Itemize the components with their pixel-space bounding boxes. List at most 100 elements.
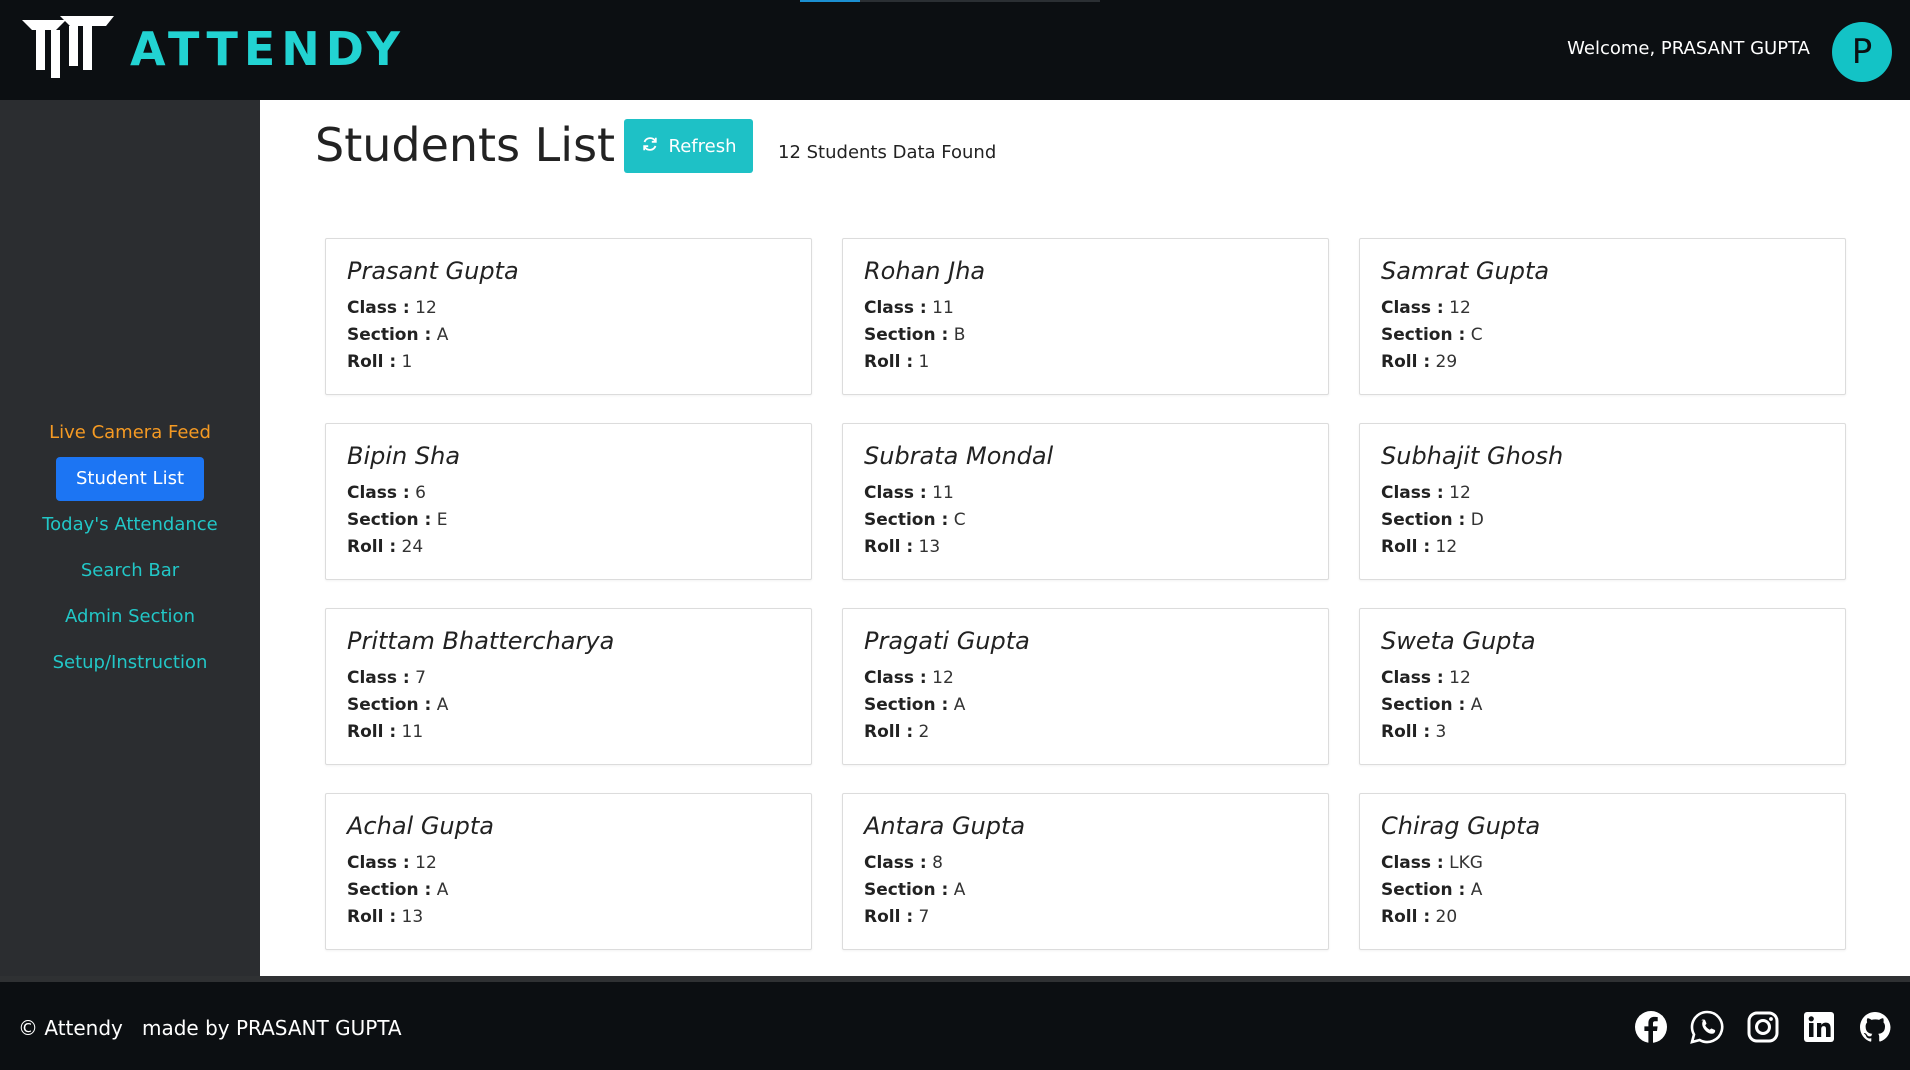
student-card[interactable]: Bipin Sha Class : 6 Section : E Roll : 2…: [325, 423, 812, 580]
student-card[interactable]: Sweta Gupta Class : 12 Section : A Roll …: [1359, 608, 1846, 765]
student-card[interactable]: Pragati Gupta Class : 12 Section : A Rol…: [842, 608, 1329, 765]
class-value: 8: [932, 853, 943, 873]
class-label: Class :: [864, 483, 927, 503]
section-label: Section :: [347, 510, 432, 530]
class-value: 12: [1449, 298, 1471, 318]
student-name: Achal Gupta: [347, 812, 494, 840]
roll-value: 1: [918, 352, 930, 372]
section-value: A: [1470, 695, 1483, 715]
section-label: Section :: [347, 880, 432, 900]
class-label: Class :: [347, 298, 410, 318]
footer: © Attendy made by PRASANT GUPTA: [0, 976, 1910, 1070]
student-card[interactable]: Subhajit Ghosh Class : 12 Section : D Ro…: [1359, 423, 1846, 580]
github-icon[interactable]: [1858, 1010, 1892, 1044]
student-card[interactable]: Achal Gupta Class : 12 Section : A Roll …: [325, 793, 812, 950]
instagram-icon[interactable]: [1746, 1010, 1780, 1044]
sidebar-item-setup-instruction[interactable]: Setup/Instruction: [53, 640, 208, 686]
roll-value: 3: [1435, 722, 1447, 742]
refresh-label: Refresh: [668, 135, 737, 157]
section-value: A: [436, 325, 449, 345]
student-class: Class : 7: [347, 665, 790, 692]
refresh-icon: [641, 135, 659, 158]
logo[interactable]: ATTENDY: [20, 14, 406, 84]
section-label: Section :: [347, 695, 432, 715]
class-value: 7: [415, 668, 426, 688]
section-value: A: [436, 695, 449, 715]
sidebar-item-search-bar[interactable]: Search Bar: [81, 548, 179, 594]
page-title: Students List: [315, 118, 616, 172]
student-class: Class : 11: [864, 480, 1307, 507]
roll-value: 20: [1435, 907, 1458, 927]
linkedin-icon[interactable]: [1802, 1010, 1836, 1044]
footer-divider: [0, 976, 1910, 982]
copyright-text: © Attendy: [18, 1016, 123, 1040]
section-label: Section :: [1381, 880, 1466, 900]
section-label: Section :: [1381, 325, 1466, 345]
student-card[interactable]: Prasant Gupta Class : 12 Section : A Rol…: [325, 238, 812, 395]
student-card[interactable]: Subrata Mondal Class : 11 Section : C Ro…: [842, 423, 1329, 580]
sidebar-item-live-camera-feed[interactable]: Live Camera Feed: [49, 410, 211, 456]
student-section: Section : E: [347, 507, 790, 534]
refresh-button[interactable]: Refresh: [624, 119, 753, 173]
student-card[interactable]: Prittam Bhattercharya Class : 7 Section …: [325, 608, 812, 765]
section-value: C: [1470, 325, 1483, 345]
student-class: Class : 12: [347, 850, 790, 877]
made-by-text: made by PRASANT GUPTA: [141, 1016, 402, 1040]
top-progress-indicator: [800, 0, 1100, 2]
class-label: Class :: [1381, 668, 1444, 688]
student-name: Prasant Gupta: [347, 257, 519, 285]
student-section: Section : A: [347, 692, 790, 719]
student-card[interactable]: Rohan Jha Class : 11 Section : B Roll : …: [842, 238, 1329, 395]
student-class: Class : LKG: [1381, 850, 1824, 877]
student-name: Rohan Jha: [864, 257, 986, 285]
section-label: Section :: [864, 880, 949, 900]
class-value: 11: [932, 483, 954, 503]
student-name: Prittam Bhattercharya: [347, 627, 615, 655]
student-section: Section : A: [347, 322, 790, 349]
student-card[interactable]: Chirag Gupta Class : LKG Section : A Rol…: [1359, 793, 1846, 950]
student-section: Section : A: [347, 877, 790, 904]
student-roll: Roll : 12: [1381, 534, 1824, 561]
section-label: Section :: [347, 325, 432, 345]
student-card[interactable]: Antara Gupta Class : 8 Section : A Roll …: [842, 793, 1329, 950]
sidebar-item-student-list[interactable]: Student List: [55, 457, 205, 501]
student-class: Class : 12: [1381, 295, 1824, 322]
roll-label: Roll :: [1381, 907, 1431, 927]
class-label: Class :: [864, 668, 927, 688]
roll-label: Roll :: [1381, 537, 1431, 557]
class-value: 12: [932, 668, 954, 688]
roll-label: Roll :: [1381, 352, 1431, 372]
results-count: 12 Students Data Found: [778, 142, 997, 163]
footer-credit: © Attendy made by PRASANT GUPTA: [18, 1016, 402, 1040]
student-roll: Roll : 29: [1381, 349, 1824, 376]
avatar[interactable]: P: [1832, 22, 1892, 82]
section-value: B: [953, 325, 966, 345]
class-label: Class :: [864, 298, 927, 318]
sidebar-nav: Live Camera Feed Student List Today's At…: [0, 410, 260, 686]
class-label: Class :: [347, 483, 410, 503]
roll-value: 13: [401, 907, 424, 927]
roll-label: Roll :: [347, 537, 397, 557]
student-card[interactable]: Samrat Gupta Class : 12 Section : C Roll…: [1359, 238, 1846, 395]
roll-label: Roll :: [1381, 722, 1431, 742]
sidebar-item-admin-section[interactable]: Admin Section: [65, 594, 195, 640]
class-value: 6: [415, 483, 426, 503]
roll-label: Roll :: [864, 537, 914, 557]
sidebar-item-todays-attendance[interactable]: Today's Attendance: [42, 502, 218, 548]
student-name: Antara Gupta: [864, 812, 1026, 840]
whatsapp-icon[interactable]: [1690, 1010, 1724, 1044]
roll-label: Roll :: [347, 352, 397, 372]
section-value: A: [436, 880, 449, 900]
class-value: 11: [932, 298, 954, 318]
student-roll: Roll : 3: [1381, 719, 1824, 746]
section-label: Section :: [864, 695, 949, 715]
class-label: Class :: [1381, 483, 1444, 503]
class-value: 12: [1449, 483, 1471, 503]
facebook-icon[interactable]: [1634, 1010, 1668, 1044]
roll-value: 7: [918, 907, 930, 927]
welcome-text: Welcome, PRASANT GUPTA: [1567, 38, 1810, 59]
student-name: Pragati Gupta: [864, 627, 1030, 655]
roll-value: 2: [918, 722, 930, 742]
section-label: Section :: [864, 510, 949, 530]
student-name: Chirag Gupta: [1381, 812, 1541, 840]
